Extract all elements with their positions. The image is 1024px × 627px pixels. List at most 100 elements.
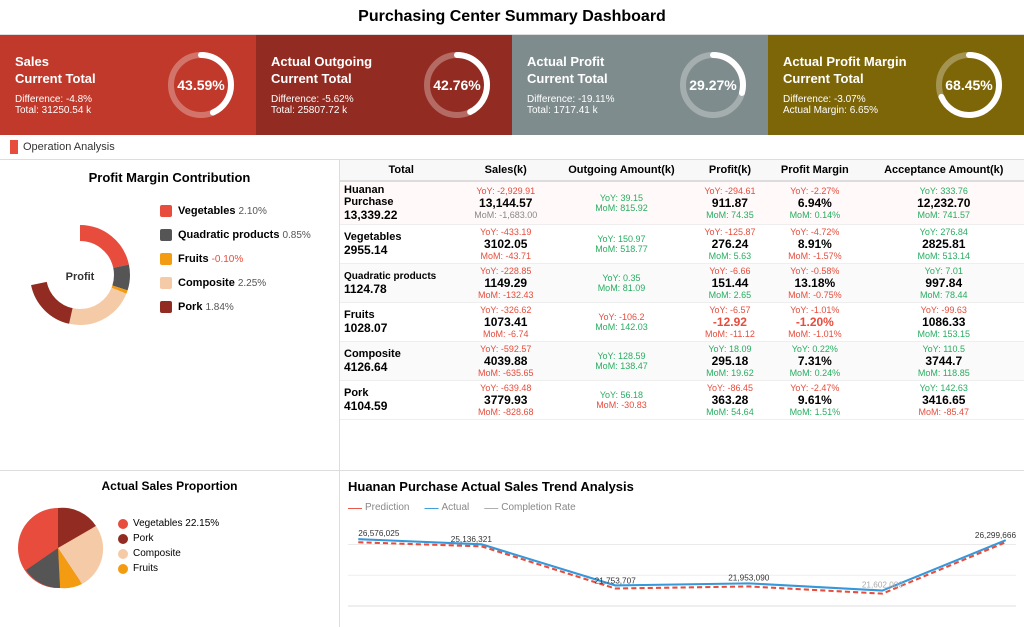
kpi-margin-value: 68.45% (945, 77, 992, 93)
th-acceptance: Acceptance Amount(k) (864, 160, 1024, 181)
pie-dot-composite (118, 549, 128, 559)
cell-margin-huanan: YoY: -2.27% 6.94% MoM: 0.14% (766, 181, 863, 225)
legend-label-quadratic: Quadratic products (178, 229, 279, 241)
kpi-margin-text: Actual Profit MarginCurrent Total Differ… (783, 54, 929, 116)
legend-dot-fruits (160, 253, 172, 265)
kpi-sales-text: SalesCurrent Total Difference: -4.8% Tot… (15, 54, 161, 116)
row-label-composite: Composite4126.64 (340, 342, 462, 381)
svg-text:25,136,321: 25,136,321 (451, 535, 493, 544)
kpi-profit-total: Total: 1717.41 k (527, 105, 673, 116)
kpi-outgoing-text: Actual OutgoingCurrent Total Difference:… (271, 54, 417, 116)
legend-label-pork: Pork (178, 301, 202, 313)
table-row: HuananPurchase13,339.22 YoY: -2,929.91 1… (340, 181, 1024, 225)
kpi-margin-total: Actual Margin: 6.65% (783, 105, 929, 116)
cell-outgoing-vegetables: YoY: 150.97 MoM: 518.77 (549, 225, 694, 264)
table-row: Pork4104.59 YoY: -639.48 3779.93 MoM: -8… (340, 381, 1024, 420)
donut-chart: Profit (20, 215, 140, 335)
cell-acceptance-vegetables: YoY: 276.84 2825.81 MoM: 513.14 (864, 225, 1024, 264)
pie-chart (8, 498, 108, 598)
kpi-margin-gauge: 68.45% (929, 45, 1009, 125)
page-title: Purchasing Center Summary Dashboard (0, 0, 1024, 35)
legend-completion: — Completion Rate (484, 499, 575, 515)
th-outgoing: Outgoing Amount(k) (549, 160, 694, 181)
cell-outgoing-quadratic: YoY: 0.35 MoM: 81.09 (549, 264, 694, 303)
cell-profit-huanan: YoY: -294.61 911.87 MoM: 74.35 (694, 181, 766, 225)
legend-pct-pork: 1.84% (205, 302, 233, 313)
kpi-profit-text: Actual ProfitCurrent Total Difference: -… (527, 54, 673, 116)
cell-acceptance-fruits: YoY: -99.63 1086.33 MoM: 153.15 (864, 303, 1024, 342)
profit-margin-title: Profit Margin Contribution (10, 170, 329, 185)
legend-label-fruits: Fruits (178, 253, 209, 265)
cell-outgoing-fruits: YoY: -106.2 MoM: 142.03 (549, 303, 694, 342)
legend-dot-composite (160, 277, 172, 289)
chart-legend: Vegetables 2.10% Quadratic products 0.85… (160, 205, 311, 325)
cell-acceptance-huanan: YoY: 333.76 12,232.70 MoM: 741.57 (864, 181, 1024, 225)
kpi-margin: Actual Profit MarginCurrent Total Differ… (768, 35, 1024, 135)
kpi-margin-title: Actual Profit MarginCurrent Total (783, 54, 929, 88)
kpi-outgoing: Actual OutgoingCurrent Total Difference:… (256, 35, 512, 135)
kpi-profit-title: Actual ProfitCurrent Total (527, 54, 673, 88)
pie-leg-pork: Pork (118, 533, 219, 544)
legend-vegetables: Vegetables 2.10% (160, 205, 311, 217)
kpi-margin-diff: Difference: -3.07% (783, 94, 929, 105)
cell-profit-composite: YoY: 18.09 295.18 MoM: 19.62 (694, 342, 766, 381)
main-content: Profit Margin Contribution Profit (0, 160, 1024, 470)
left-panel: Profit Margin Contribution Profit (0, 160, 340, 470)
pie-area: Vegetables 22.15% Pork Composite Fruits (8, 498, 331, 598)
svg-text:21,753,707: 21,753,707 (595, 576, 637, 585)
legend-dot-vegetables (160, 205, 172, 217)
table-row: Fruits1028.07 YoY: -326.62 1073.41 MoM: … (340, 303, 1024, 342)
pie-label-vegetables: Vegetables 22.15% (133, 518, 219, 529)
th-total: Total (340, 160, 462, 181)
legend-label-vegetables: Vegetables (178, 205, 235, 217)
legend-pct-fruits: -0.10% (212, 254, 244, 265)
row-label-vegetables: Vegetables2955.14 (340, 225, 462, 264)
kpi-sales-diff: Difference: -4.8% (15, 94, 161, 105)
legend-actual: — Actual (424, 499, 469, 515)
cell-profit-quadratic: YoY: -6.66 151.44 MoM: 2.65 (694, 264, 766, 303)
svg-text:26,299,666: 26,299,666 (975, 531, 1016, 540)
title-text: Purchasing Center Summary Dashboard (358, 8, 666, 25)
svg-text:21,602,000: 21,602,000 (862, 580, 904, 589)
kpi-outgoing-diff: Difference: -5.62% (271, 94, 417, 105)
op-indicator (10, 140, 18, 154)
kpi-profit-diff: Difference: -19.11% (527, 94, 673, 105)
cell-profit-vegetables: YoY: -125.87 276.24 MoM: 5.63 (694, 225, 766, 264)
cell-acceptance-quadratic: YoY: 7.01 997.84 MoM: 78.44 (864, 264, 1024, 303)
legend-pct-composite: 2.25% (238, 278, 266, 289)
cell-sales-vegetables: YoY: -433.19 3102.05 MoM: -43.71 (462, 225, 549, 264)
bottom-left-panel: Actual Sales Proportion (0, 470, 340, 627)
cell-margin-quadratic: YoY: -0.58% 13.18% MoM: -0.75% (766, 264, 863, 303)
sales-proportion-title: Actual Sales Proportion (8, 479, 331, 493)
pie-dot-pork (118, 534, 128, 544)
bottom-content: Actual Sales Proportion (0, 470, 1024, 627)
kpi-sales: SalesCurrent Total Difference: -4.8% Tot… (0, 35, 256, 135)
cell-margin-pork: YoY: -2.47% 9.61% MoM: 1.51% (766, 381, 863, 420)
trend-legend: — Prediction — Actual — Completion Rate (348, 499, 1016, 515)
legend-fruits: Fruits -0.10% (160, 253, 311, 265)
pie-leg-vegetables: Vegetables 22.15% (118, 518, 219, 529)
table-row: Quadratic products1124.78 YoY: -228.85 1… (340, 264, 1024, 303)
cell-outgoing-composite: YoY: 128.59 MoM: 138.47 (549, 342, 694, 381)
cell-margin-vegetables: YoY: -4.72% 8.91% MoM: -1.57% (766, 225, 863, 264)
legend-dot-pork (160, 301, 172, 313)
svg-text:21,953,090: 21,953,090 (728, 573, 770, 582)
trend-area: 26,576,025 25,136,321 21,753,707 21,953,… (348, 520, 1016, 620)
legend-quadratic: Quadratic products 0.85% (160, 229, 311, 241)
pie-label-fruits: Fruits (133, 563, 158, 574)
cell-outgoing-pork: YoY: 56.18 MoM: -30.83 (549, 381, 694, 420)
th-margin: Profit Margin (766, 160, 863, 181)
pie-leg-composite: Composite (118, 548, 219, 559)
legend-label-composite: Composite (178, 277, 235, 289)
pie-label-composite: Composite (133, 548, 181, 559)
legend-pork: Pork 1.84% (160, 301, 311, 313)
kpi-sales-total: Total: 31250.54 k (15, 105, 161, 116)
row-label-huanan: HuananPurchase13,339.22 (340, 181, 462, 225)
cell-sales-pork: YoY: -639.48 3779.93 MoM: -828.68 (462, 381, 549, 420)
operation-bar: Operation Analysis (0, 135, 1024, 160)
cell-profit-fruits: YoY: -6.57 -12.92 MoM: -11.12 (694, 303, 766, 342)
kpi-outgoing-title: Actual OutgoingCurrent Total (271, 54, 417, 88)
svg-text:Profit: Profit (66, 271, 95, 283)
kpi-profit-value: 29.27% (689, 77, 736, 93)
kpi-sales-title: SalesCurrent Total (15, 54, 161, 88)
